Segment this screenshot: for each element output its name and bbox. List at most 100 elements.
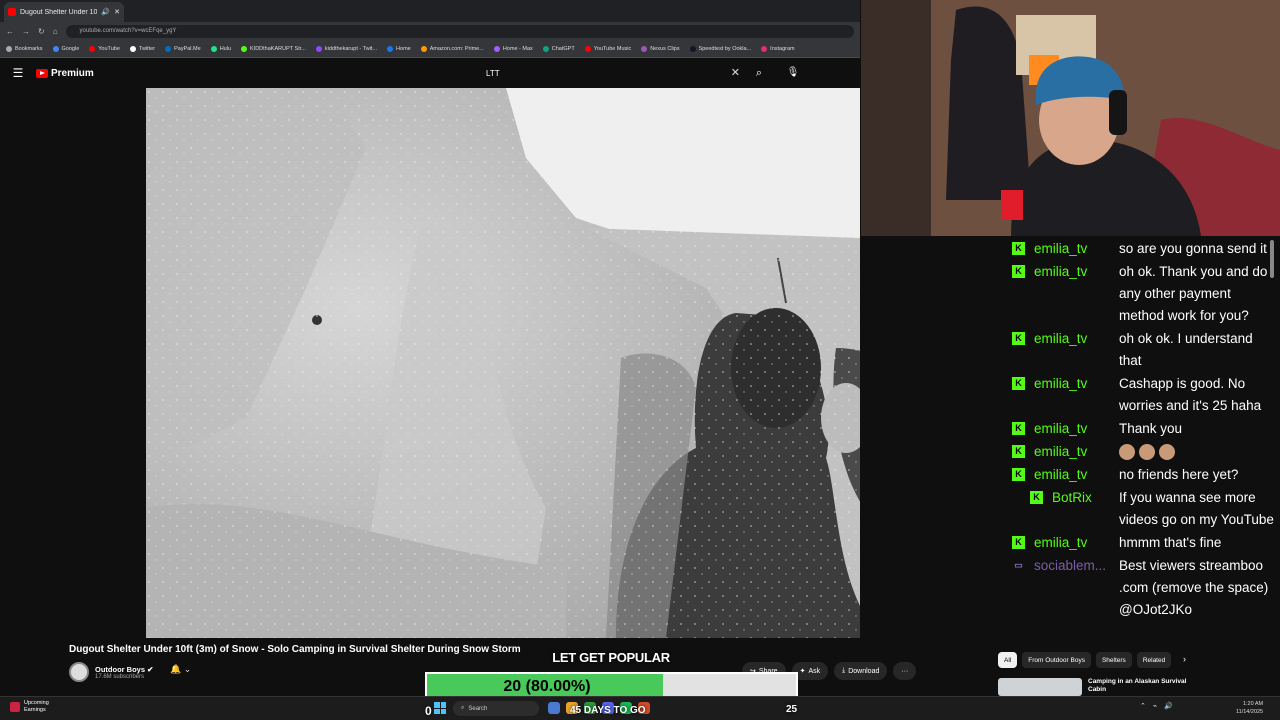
streamer-webcam <box>861 0 1280 236</box>
bookmark-icon <box>420 45 427 52</box>
forward-icon[interactable]: → <box>22 27 30 36</box>
recommended-thumbnail[interactable] <box>998 678 1082 696</box>
volume-icon[interactable]: 🔊 <box>1164 702 1173 710</box>
channel-info[interactable]: Outdoor Boys ✔ 17.6M subscribers <box>69 662 153 682</box>
bookmark-item[interactable]: Hulu <box>210 45 231 52</box>
chat-text: hmmm that's fine <box>1119 535 1222 550</box>
more-button[interactable]: ··· <box>893 662 917 680</box>
back-icon[interactable]: ← <box>6 27 14 36</box>
network-icon[interactable]: ⌁ <box>1153 702 1157 710</box>
chat-username[interactable]: emilia_tv <box>1034 418 1119 440</box>
recommended-title[interactable]: Camping in an Alaskan Survival Cabin <box>1088 678 1188 696</box>
menu-icon[interactable]: ☰ <box>0 66 36 80</box>
clear-search-icon[interactable]: ✕ <box>731 66 740 79</box>
chat-emote-icon <box>1139 444 1155 461</box>
system-tray: ⌃ ⌁ 🔊 <box>1140 702 1173 710</box>
video-player[interactable] <box>146 88 860 638</box>
address-bar-row: ← → ↻ ⌂ youtube.com/watch?v=wcEFqe_ygY <box>0 22 860 40</box>
chip-from-outdoor-boys[interactable]: From Outdoor Boys <box>1022 652 1091 668</box>
goal-start-number: 0 <box>425 704 432 718</box>
bookmark-item[interactable]: Nexus Clips <box>641 45 680 52</box>
chat-text: oh ok. Thank you and do any other paymen… <box>1119 264 1268 323</box>
notification-bell-icon[interactable]: 🔔 ⌄ <box>170 664 191 675</box>
bookmark-item[interactable]: Google <box>52 45 79 52</box>
screen: Dugout Shelter Under 10ft 🔊 ✕ ← → ↻ ⌂ yo… <box>0 0 1280 720</box>
chip-all[interactable]: All <box>998 652 1018 668</box>
chat-username[interactable]: emilia_tv <box>1034 441 1119 463</box>
chat-message: K BotRix If you wanna see more videos go o… <box>1005 487 1275 531</box>
bookmark-item[interactable]: ChatGPT <box>542 45 575 52</box>
chat-emote-icon <box>1159 444 1175 461</box>
bookmark-item[interactable]: YouTube Music <box>584 45 631 52</box>
browser-tab[interactable]: Dugout Shelter Under 10ft 🔊 ✕ <box>4 2 124 22</box>
kick-badge-icon: K <box>1030 491 1043 504</box>
taskbar-clock[interactable]: 1:20 AM 11/14/2025 <box>1236 700 1263 716</box>
bookmark-icon <box>641 45 648 52</box>
microphone-icon[interactable]: 🎙 <box>784 62 802 84</box>
chat-text: Thank you <box>1119 421 1183 436</box>
bookmark-icon <box>6 45 12 52</box>
youtube-logo[interactable]: Premium <box>36 68 94 79</box>
chat-username[interactable]: sociablem... <box>1034 555 1119 577</box>
chat-username[interactable]: BotRix <box>1052 487 1119 509</box>
taskbar-widget[interactable]: Upcoming Earnings <box>10 700 49 714</box>
chat-username[interactable]: emilia_tv <box>1034 261 1119 283</box>
tab-title: Dugout Shelter Under 10ft <box>20 8 98 16</box>
chevron-right-icon[interactable]: › <box>1183 654 1186 664</box>
bookmark-icon <box>315 45 322 52</box>
chip-related[interactable]: Related <box>1136 652 1172 668</box>
channel-name[interactable]: Outdoor Boys ✔ <box>95 665 153 674</box>
recommended-video[interactable]: Camping in an Alaskan Survival Cabin <box>998 678 1188 696</box>
bookmark-item[interactable]: PayPal.Me <box>165 45 201 52</box>
search-value: LTT <box>486 68 500 78</box>
bookmark-item[interactable]: KIDDthaKARUPT Str... <box>241 45 306 52</box>
youtube-favicon-icon <box>8 8 16 16</box>
chat-username[interactable]: emilia_tv <box>1034 464 1119 486</box>
chat-username[interactable]: emilia_tv <box>1034 532 1119 554</box>
bookmark-item[interactable]: Home - Max <box>493 45 533 52</box>
earnings-icon <box>10 702 20 712</box>
chat-username[interactable]: emilia_tv <box>1034 238 1119 260</box>
kick-badge-icon: K <box>1012 242 1025 255</box>
bookmark-icon <box>493 45 500 52</box>
bookmark-item[interactable]: Speedtest by Ookla... <box>689 45 751 52</box>
bookmark-item[interactable]: Bookmarks <box>6 45 43 52</box>
search-input[interactable]: LTT ✕ <box>478 62 746 84</box>
tab-close-icon[interactable]: ✕ <box>114 8 120 16</box>
file-explorer-icon[interactable] <box>548 702 560 714</box>
search-icon[interactable]: ⌕ <box>748 62 770 84</box>
chat-username[interactable]: emilia_tv <box>1034 373 1119 395</box>
chat-message: Kemilia_tv hmmm that's fine <box>1005 532 1275 554</box>
chat-username[interactable]: emilia_tv <box>1034 328 1119 350</box>
chevron-up-icon[interactable]: ⌃ <box>1140 702 1146 710</box>
youtube-header: ☰ Premium LTT ✕ ⌕ 🎙 <box>0 58 860 88</box>
bookmark-item[interactable]: YouTube <box>89 45 120 52</box>
taskbar-search[interactable]: ⌕ Search <box>453 701 539 716</box>
tab-audio-icon[interactable]: 🔊 <box>101 8 110 16</box>
video-frame <box>146 88 860 638</box>
live-chat: Kemilia_tv so are you gonna send it Kemili… <box>1005 238 1275 638</box>
chip-shelters[interactable]: Shelters <box>1095 652 1132 668</box>
kick-badge-icon: K <box>1012 468 1025 481</box>
verified-icon: ✔ <box>147 664 154 674</box>
bookmark-icon <box>165 45 172 52</box>
chat-text: oh ok ok. I understand that <box>1119 331 1253 368</box>
bookmark-item[interactable]: Instagram <box>761 45 795 52</box>
bookmark-item[interactable]: Amazon.com: Prime... <box>420 45 484 52</box>
recommendation-chips: All From Outdoor Boys Shelters Related <box>998 652 1172 668</box>
chat-scrollbar[interactable] <box>1270 240 1274 278</box>
kick-badge-icon: K <box>1012 265 1025 278</box>
chat-message: Kemilia_tv oh ok ok. I understand that <box>1005 328 1275 372</box>
bookmark-item[interactable]: Twitter <box>129 45 155 52</box>
kick-badge-icon: K <box>1012 445 1025 458</box>
chat-emote-icon <box>1119 444 1135 461</box>
video-title: Dugout Shelter Under 10ft (3m) of Snow -… <box>69 644 521 655</box>
windows-start-icon[interactable] <box>434 702 446 714</box>
home-icon[interactable]: ⌂ <box>53 27 58 36</box>
download-button[interactable]: ⤓ Download <box>834 662 888 680</box>
bookmark-item[interactable]: Home <box>387 45 411 52</box>
url-field[interactable]: youtube.com/watch?v=wcEFqe_ygY <box>65 24 854 38</box>
channel-avatar[interactable] <box>69 662 89 682</box>
reload-icon[interactable]: ↻ <box>38 27 45 36</box>
bookmark-item[interactable]: kiddthekarupt - Twit... <box>315 45 377 52</box>
